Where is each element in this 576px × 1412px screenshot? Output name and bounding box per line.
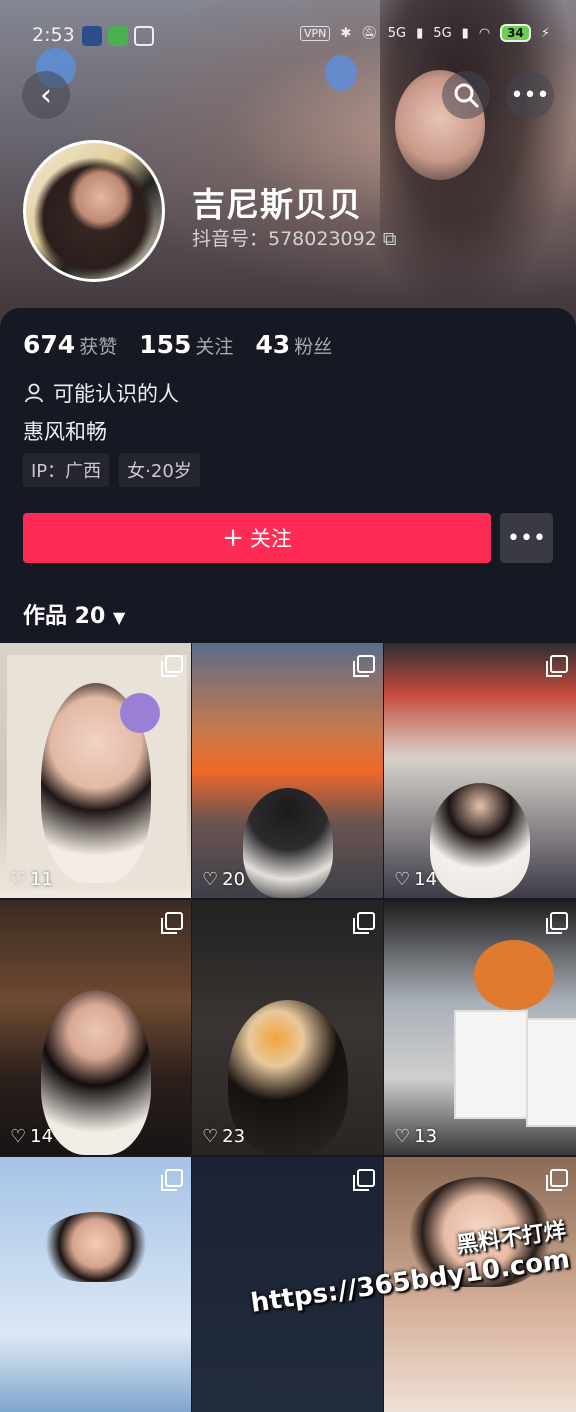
multi-image-icon bbox=[161, 655, 183, 677]
heart-icon: ♡ bbox=[202, 1126, 219, 1147]
heart-icon: ♡ bbox=[394, 1126, 411, 1147]
heart-icon: ♡ bbox=[202, 869, 219, 890]
post-thumbnail[interactable]: ♡ 20 bbox=[192, 643, 383, 898]
more-icon: ••• bbox=[507, 525, 546, 551]
multi-image-icon bbox=[161, 912, 183, 934]
follow-button[interactable]: + 关注 bbox=[23, 513, 491, 563]
mute-icon: 🔕︎ bbox=[361, 25, 378, 41]
battery-saver-icon bbox=[108, 26, 128, 46]
charging-icon: ⚡︎ bbox=[540, 25, 550, 41]
post-thumbnail[interactable] bbox=[0, 1157, 191, 1412]
post-likes: ♡ 14 bbox=[10, 1126, 54, 1147]
profile-bio: 惠风和畅 bbox=[23, 420, 107, 444]
post-likes: ♡ 13 bbox=[394, 1126, 438, 1147]
network-5g-2: 5G bbox=[433, 25, 452, 41]
known-people-label: 可能认识的人 bbox=[53, 382, 179, 406]
profile-tags: IP：广西 女·20岁 bbox=[23, 453, 200, 487]
status-bar: 2:53 VPN ✱ 🔕︎ 5G ▮ 5G ▮ ◠ 34 ⚡︎ bbox=[0, 0, 576, 70]
multi-image-icon bbox=[353, 1169, 375, 1191]
gender-age-tag: 女·20岁 bbox=[119, 453, 200, 487]
wifi-icon: ◠ bbox=[478, 25, 491, 41]
multi-image-icon bbox=[353, 912, 375, 934]
multi-image-icon bbox=[161, 1169, 183, 1191]
sync-icon bbox=[134, 26, 154, 46]
follow-more-button[interactable]: ••• bbox=[500, 513, 553, 563]
post-thumbnail[interactable]: ♡ 13 bbox=[384, 900, 576, 1155]
vpn-badge: VPN bbox=[299, 25, 331, 41]
post-likes: ♡ 23 bbox=[202, 1126, 246, 1147]
profile-nickname: 吉尼斯贝贝 bbox=[192, 185, 362, 224]
known-people-link[interactable]: 可能认识的人 bbox=[23, 378, 179, 408]
post-likes: ♡ 20 bbox=[202, 869, 246, 890]
post-thumbnail[interactable]: ♡ 14 bbox=[0, 900, 191, 1155]
signal-icon: ▮ bbox=[416, 25, 424, 41]
back-icon: ‹ bbox=[40, 77, 52, 113]
post-likes: ♡ 14 bbox=[394, 869, 438, 890]
stat-likes[interactable]: 674 获赞 bbox=[23, 330, 117, 359]
works-tab[interactable]: 作品 20 ▼ bbox=[23, 598, 125, 630]
plus-icon: + bbox=[222, 523, 244, 553]
post-likes: ♡ 11 bbox=[10, 869, 54, 890]
works-label: 作品 20 bbox=[23, 604, 106, 629]
multi-image-icon bbox=[353, 655, 375, 677]
heart-icon: ♡ bbox=[394, 869, 411, 890]
stats-row: 674 获赞 155 关注 43 粉丝 bbox=[23, 330, 332, 359]
cat-app-icon bbox=[82, 26, 102, 46]
search-icon bbox=[454, 83, 479, 108]
search-button[interactable] bbox=[442, 71, 490, 119]
status-time: 2:53 bbox=[32, 24, 75, 46]
post-thumbnail[interactable]: ♡ 11 bbox=[0, 643, 191, 898]
ip-tag: IP：广西 bbox=[23, 453, 110, 487]
post-thumbnail[interactable]: ♡ 14 bbox=[384, 643, 576, 898]
heart-icon: ♡ bbox=[10, 869, 27, 890]
more-options-button[interactable]: ••• bbox=[506, 71, 554, 119]
signal-icon: ▮ bbox=[461, 25, 469, 41]
back-button[interactable]: ‹ bbox=[22, 71, 70, 119]
follow-label: 关注 bbox=[249, 527, 292, 551]
douyin-id-text: 抖音号：578023092 bbox=[192, 228, 377, 250]
caret-down-icon: ▼ bbox=[112, 608, 126, 627]
post-thumbnail[interactable]: ♡ 23 bbox=[192, 900, 383, 1155]
avatar[interactable] bbox=[23, 140, 165, 282]
bluetooth-icon: ✱ bbox=[340, 25, 352, 41]
stat-followers[interactable]: 43 粉丝 bbox=[255, 330, 332, 359]
multi-image-icon bbox=[546, 1169, 568, 1191]
more-icon: ••• bbox=[510, 82, 550, 108]
multi-image-icon bbox=[546, 655, 568, 677]
stat-following[interactable]: 155 关注 bbox=[139, 330, 233, 359]
person-icon bbox=[25, 383, 43, 403]
heart-icon: ♡ bbox=[10, 1126, 27, 1147]
network-5g-1: 5G bbox=[387, 25, 407, 41]
douyin-id[interactable]: 抖音号：578023092 ⧉ bbox=[192, 224, 396, 251]
multi-image-icon bbox=[546, 912, 568, 934]
copy-icon[interactable]: ⧉ bbox=[383, 228, 397, 250]
battery-indicator: 34 bbox=[500, 24, 531, 42]
